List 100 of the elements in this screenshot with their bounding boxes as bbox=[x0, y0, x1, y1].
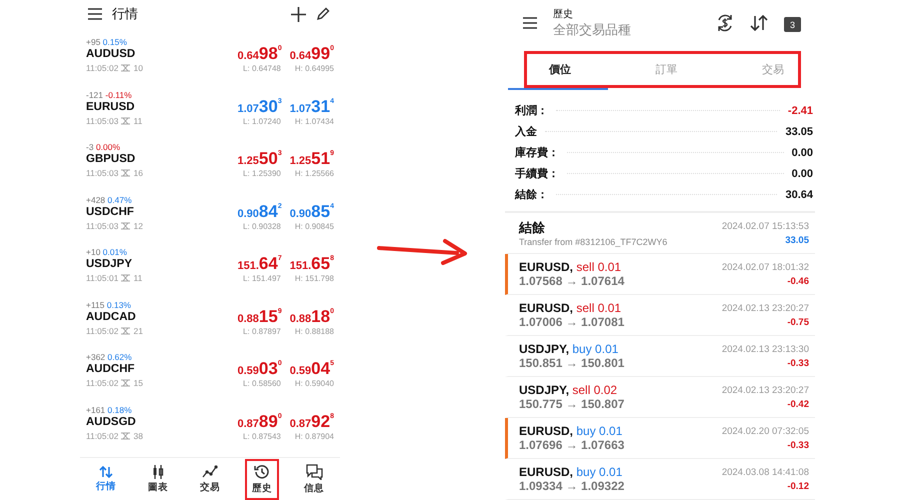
deal-comment: Transfer from #8312106_TF7C2WY6 bbox=[519, 237, 668, 247]
symbol-name[interactable]: USDCHF bbox=[86, 206, 143, 221]
change-points: +95 bbox=[86, 37, 100, 48]
deal-amount: -0.75 bbox=[787, 316, 809, 328]
nav-tab[interactable]: 行情 bbox=[89, 460, 123, 498]
calendar-icon[interactable]: 3 bbox=[784, 17, 801, 32]
spread-icon bbox=[121, 432, 130, 440]
bid-price: 0.5903$^{0}$ bbox=[238, 359, 282, 380]
summary-value: 30.64 bbox=[785, 188, 813, 200]
symbol-name[interactable]: USDJPY bbox=[86, 258, 142, 274]
deal-prices: 1.07006 → 1.07081 bbox=[519, 315, 624, 329]
high-price: H: 1.07434 bbox=[294, 116, 334, 126]
spread-icon bbox=[121, 116, 130, 125]
ask-price: 0.5904$^{5}$ bbox=[290, 359, 334, 380]
deal-symbol: USDJPY, bbox=[519, 342, 570, 356]
symbol-name[interactable]: AUDSGD bbox=[86, 416, 143, 431]
deal-time: 2024.02.07 15:13:53 bbox=[722, 220, 809, 232]
tab[interactable]: 價位 bbox=[549, 60, 571, 79]
menu-icon[interactable] bbox=[88, 8, 102, 20]
deal-symbol: EURUSD, bbox=[519, 301, 574, 315]
low-price: L: 1.25390 bbox=[243, 169, 281, 178]
deal-amount: -0.33 bbox=[787, 358, 809, 368]
spread-icon bbox=[121, 274, 130, 282]
summary-label: 手續費： bbox=[515, 166, 559, 181]
currency-exchange-icon[interactable] bbox=[716, 14, 734, 32]
sort-icon[interactable] bbox=[750, 15, 768, 32]
quote-time: 11:05:02 bbox=[86, 63, 118, 74]
deal-time: 2024.02.20 07:32:05 bbox=[722, 426, 809, 436]
low-price: L: 151.497 bbox=[243, 274, 281, 284]
ask-price: 0.8792$^{8}$ bbox=[290, 412, 334, 432]
deal-amount: -0.46 bbox=[787, 276, 809, 286]
deal-amount: -0.42 bbox=[787, 398, 809, 410]
symbol-name[interactable]: AUDUSD bbox=[86, 48, 143, 64]
symbol-name[interactable]: GBPUSD bbox=[86, 153, 143, 168]
high-price: H: 0.87904 bbox=[294, 432, 334, 441]
bid-price: 0.8789$^{0}$ bbox=[238, 412, 282, 432]
high-price: H: 1.25566 bbox=[294, 169, 334, 178]
deal-amount: -0.12 bbox=[787, 480, 809, 492]
quote-time: 11:05:03 bbox=[86, 168, 118, 178]
deal-prices: 150.851 → 150.801 bbox=[519, 356, 624, 370]
nav-tab[interactable]: 圖表 bbox=[141, 460, 175, 499]
spread-icon bbox=[121, 379, 130, 388]
summary-value: 33.05 bbox=[785, 126, 813, 138]
quote-time: 11:05:02 bbox=[86, 430, 118, 441]
spread-value: 10 bbox=[133, 63, 143, 74]
change-points: +362 bbox=[86, 352, 106, 362]
screen-title: 歷史 bbox=[553, 8, 574, 22]
symbol-filter[interactable]: 全部交易品種 bbox=[553, 21, 631, 40]
deal-order: buy 0.01 bbox=[572, 342, 618, 356]
change-percent: 0.15% bbox=[102, 37, 127, 48]
ask-price: 1.2551$^{9}$ bbox=[290, 149, 334, 170]
change-percent: 0.00% bbox=[96, 142, 120, 152]
deal-prices: 1.07696 → 1.07663 bbox=[519, 438, 624, 452]
chat-icon bbox=[306, 464, 322, 480]
summary-label: 入金 bbox=[515, 124, 537, 139]
spread-icon bbox=[121, 169, 130, 178]
pencil-icon[interactable] bbox=[316, 7, 330, 22]
spread-value: 21 bbox=[133, 326, 143, 336]
symbol-name[interactable]: AUDCHF bbox=[86, 363, 143, 378]
deal-time: 2024.02.13 23:20:27 bbox=[722, 384, 809, 396]
spread-value: 38 bbox=[133, 430, 143, 441]
low-price: L: 0.87543 bbox=[243, 432, 281, 441]
ask-price: 0.9085$^{4}$ bbox=[290, 202, 334, 222]
change-percent: 0.01% bbox=[102, 247, 127, 258]
menu-icon[interactable] bbox=[523, 17, 537, 30]
nav-tab[interactable]: 歷史 bbox=[245, 458, 279, 500]
screen-title: 行情 bbox=[112, 5, 138, 24]
spread-value: 11 bbox=[133, 273, 142, 284]
bid-price: 1.0730$^{3}$ bbox=[238, 96, 282, 117]
nav-tab[interactable]: 信息 bbox=[297, 458, 331, 500]
high-price: H: 0.64995 bbox=[294, 64, 334, 74]
ask-price: 1.0731$^{4}$ bbox=[290, 96, 334, 117]
up-down-arrows-icon bbox=[99, 466, 113, 478]
deal-amount: 33.05 bbox=[785, 234, 809, 246]
bid-price: 1.2550$^{3}$ bbox=[238, 149, 282, 170]
deal-symbol: EURUSD, bbox=[519, 260, 574, 274]
summary-value: -2.41 bbox=[788, 104, 813, 116]
deal-title: 結餘 bbox=[519, 219, 546, 237]
nav-tab[interactable]: 交易 bbox=[193, 460, 227, 499]
change-percent: 0.47% bbox=[108, 194, 132, 205]
high-price: H: 151.798 bbox=[294, 274, 334, 284]
spread-value: 12 bbox=[133, 220, 143, 231]
deal-order: buy 0.01 bbox=[576, 424, 622, 438]
change-percent: 0.13% bbox=[106, 300, 131, 310]
quote-time: 11:05:02 bbox=[86, 326, 118, 336]
high-price: H: 0.88188 bbox=[294, 326, 334, 336]
quote-time: 11:05:01 bbox=[86, 273, 118, 284]
low-price: L: 0.90328 bbox=[243, 222, 281, 231]
change-percent: 0.18% bbox=[108, 404, 132, 415]
summary-label: 庫存費： bbox=[515, 146, 559, 160]
symbol-name[interactable]: AUDCAD bbox=[86, 310, 143, 326]
deal-order: buy 0.01 bbox=[576, 465, 622, 479]
low-price: L: 0.87897 bbox=[243, 326, 281, 336]
plus-icon[interactable] bbox=[291, 6, 306, 22]
deal-time: 2024.02.13 23:13:30 bbox=[722, 344, 809, 354]
line-chart-icon bbox=[202, 464, 218, 479]
symbol-name[interactable]: EURUSD bbox=[86, 100, 142, 116]
low-price: L: 1.07240 bbox=[243, 116, 281, 126]
deal-order: sell 0.02 bbox=[572, 383, 618, 397]
change-points: -121 bbox=[86, 90, 104, 100]
